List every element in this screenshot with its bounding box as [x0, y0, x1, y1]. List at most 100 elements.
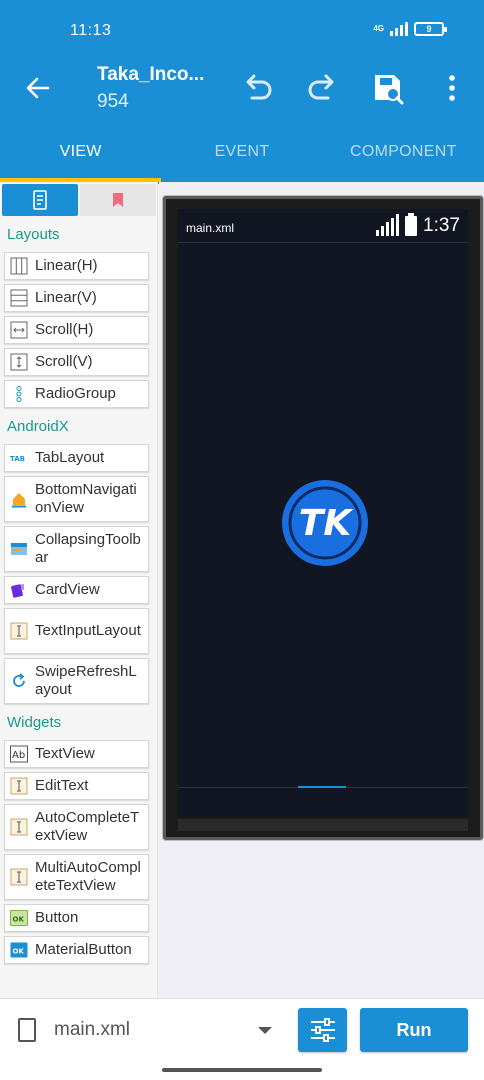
text-view-icon: Ab	[10, 745, 28, 763]
app-toolbar: Taka_Inco... 954	[0, 56, 484, 120]
collapsing-toolbar-icon	[11, 543, 27, 555]
project-title: Taka_Inco...	[97, 64, 205, 85]
widget-palette: Layouts Linear(H) Linear(V) Scroll(H) Sc…	[0, 182, 158, 998]
bookmark-icon	[113, 193, 123, 207]
palette-item-button[interactable]: OK Button	[4, 904, 149, 932]
edit-text-icon	[10, 777, 28, 795]
device-screen[interactable]: main.xml 1:37 TK	[178, 209, 468, 817]
palette-item-cardview[interactable]: CardView	[4, 576, 149, 604]
logo-text: TK	[299, 503, 355, 544]
file-icon	[18, 1018, 36, 1042]
bottom-bar: main.xml Run	[0, 998, 484, 1060]
palette-item-label: TextView	[35, 745, 95, 762]
palette-item-label: Button	[35, 909, 79, 926]
signal-icon	[390, 22, 408, 36]
palette-item-label: EditText	[35, 777, 89, 794]
tab-event[interactable]: EVENT	[161, 120, 322, 184]
svg-text:Ab: Ab	[12, 750, 25, 761]
preview-indicators: 1:37	[376, 213, 460, 237]
palette-item-radiogroup[interactable]: RadioGroup	[4, 380, 149, 408]
tab-component[interactable]: COMPONENT	[323, 120, 484, 184]
back-arrow-icon[interactable]	[22, 72, 54, 104]
palette-item-label: Linear(V)	[35, 289, 97, 306]
palette-item-label: BottomNavigationView	[35, 481, 137, 516]
device-bottom-bezel	[178, 819, 468, 831]
tab-view[interactable]: VIEW	[0, 120, 161, 184]
palette-item-swiperefresh[interactable]: SwipeRefreshLayout	[4, 658, 149, 704]
button-icon: OK	[10, 910, 28, 926]
svg-text:OK: OK	[13, 916, 25, 924]
palette-item-linear-h[interactable]: Linear(H)	[4, 252, 149, 280]
linear-h-icon	[10, 257, 28, 275]
palette-tabs	[2, 184, 156, 216]
palette-item-label: AutoCompleteTextView	[35, 809, 140, 844]
run-button[interactable]: Run	[360, 1008, 468, 1052]
status-bar: 11:13 4G 9	[0, 0, 484, 56]
app-logo-image[interactable]: TK	[281, 479, 369, 567]
linear-v-icon	[10, 289, 28, 307]
palette-item-multiautocomplete[interactable]: MultiAutoCompleteTextView	[4, 854, 149, 900]
palette-item-tablayout[interactable]: TAB TabLayout	[4, 444, 149, 472]
palette-item-linear-v[interactable]: Linear(V)	[4, 284, 149, 312]
redo-icon[interactable]	[304, 70, 340, 106]
palette-item-label: Scroll(V)	[35, 353, 93, 370]
preview-tab-indicator	[298, 786, 346, 788]
palette-item-label: TabLayout	[35, 449, 105, 466]
undo-icon[interactable]	[240, 70, 276, 106]
palette-item-label: MaterialButton	[35, 941, 132, 958]
tune-button[interactable]	[298, 1008, 347, 1052]
sliders-icon	[310, 1018, 335, 1042]
tab-layout-icon: TAB	[10, 455, 25, 463]
section-androidx: AndroidX	[7, 418, 69, 435]
more-vertical-icon[interactable]	[434, 70, 470, 106]
save-icon[interactable]	[370, 70, 406, 106]
section-widgets: Widgets	[7, 714, 62, 731]
system-indicators: 4G 9	[373, 22, 447, 36]
auto-complete-icon	[10, 818, 28, 836]
card-view-icon	[11, 584, 24, 598]
scroll-v-icon	[10, 353, 28, 371]
text-input-icon	[10, 622, 28, 640]
dropdown-arrow-icon[interactable]	[258, 1027, 272, 1034]
preview-file-name: main.xml	[186, 221, 235, 235]
palette-item-label: CardView	[35, 581, 100, 598]
refresh-icon	[13, 673, 25, 687]
palette-item-bottomnav[interactable]: BottomNavigationView	[4, 476, 149, 522]
palette-item-collapsingtoolbar[interactable]: CollapsingToolbar	[4, 526, 149, 572]
palette-item-label: Scroll(H)	[35, 321, 94, 338]
gesture-bar	[0, 1060, 484, 1080]
preview-signal-icon	[376, 214, 400, 236]
home-indicator[interactable]	[162, 1068, 322, 1072]
palette-item-textinputlayout[interactable]: TextInputLayout	[4, 608, 149, 654]
preview-battery-icon	[405, 213, 418, 236]
material-button-icon: OK	[10, 942, 28, 958]
palette-list: Layouts Linear(H) Linear(V) Scroll(H) Sc…	[0, 220, 157, 968]
palette-item-label: TextInputLayout	[35, 622, 141, 639]
palette-item-scroll-h[interactable]: Scroll(H)	[4, 316, 149, 344]
svg-text:OK: OK	[13, 948, 25, 956]
palette-item-scroll-v[interactable]: Scroll(V)	[4, 348, 149, 376]
preview-clock: 1:37	[423, 215, 460, 236]
palette-item-edittext[interactable]: EditText	[4, 772, 149, 800]
palette-tab-widgets[interactable]	[2, 184, 78, 216]
file-selector[interactable]: main.xml	[54, 1019, 130, 1041]
multi-auto-complete-icon	[10, 868, 28, 886]
svg-text:TAB: TAB	[10, 455, 25, 463]
project-id: 954	[97, 91, 129, 112]
palette-item-autocomplete[interactable]: AutoCompleteTextView	[4, 804, 149, 850]
palette-item-label: RadioGroup	[35, 385, 116, 402]
status-time: 11:13	[70, 22, 112, 39]
palette-item-label: MultiAutoCompleteTextView	[35, 859, 141, 894]
palette-item-materialbutton[interactable]: OK MaterialButton	[4, 936, 149, 964]
scroll-h-icon	[10, 321, 28, 339]
palette-item-label: SwipeRefreshLayout	[35, 663, 137, 698]
widget-palette-icon	[33, 190, 47, 210]
palette-item-label: Linear(H)	[35, 257, 98, 274]
palette-tab-bookmarks[interactable]	[80, 184, 156, 216]
section-layouts: Layouts	[7, 226, 60, 243]
network-type: 4G	[373, 24, 384, 33]
home-icon	[12, 493, 26, 508]
device-frame: main.xml 1:37 TK	[163, 196, 483, 840]
preview-bottom-bar	[178, 786, 468, 817]
palette-item-textview[interactable]: Ab TextView	[4, 740, 149, 768]
